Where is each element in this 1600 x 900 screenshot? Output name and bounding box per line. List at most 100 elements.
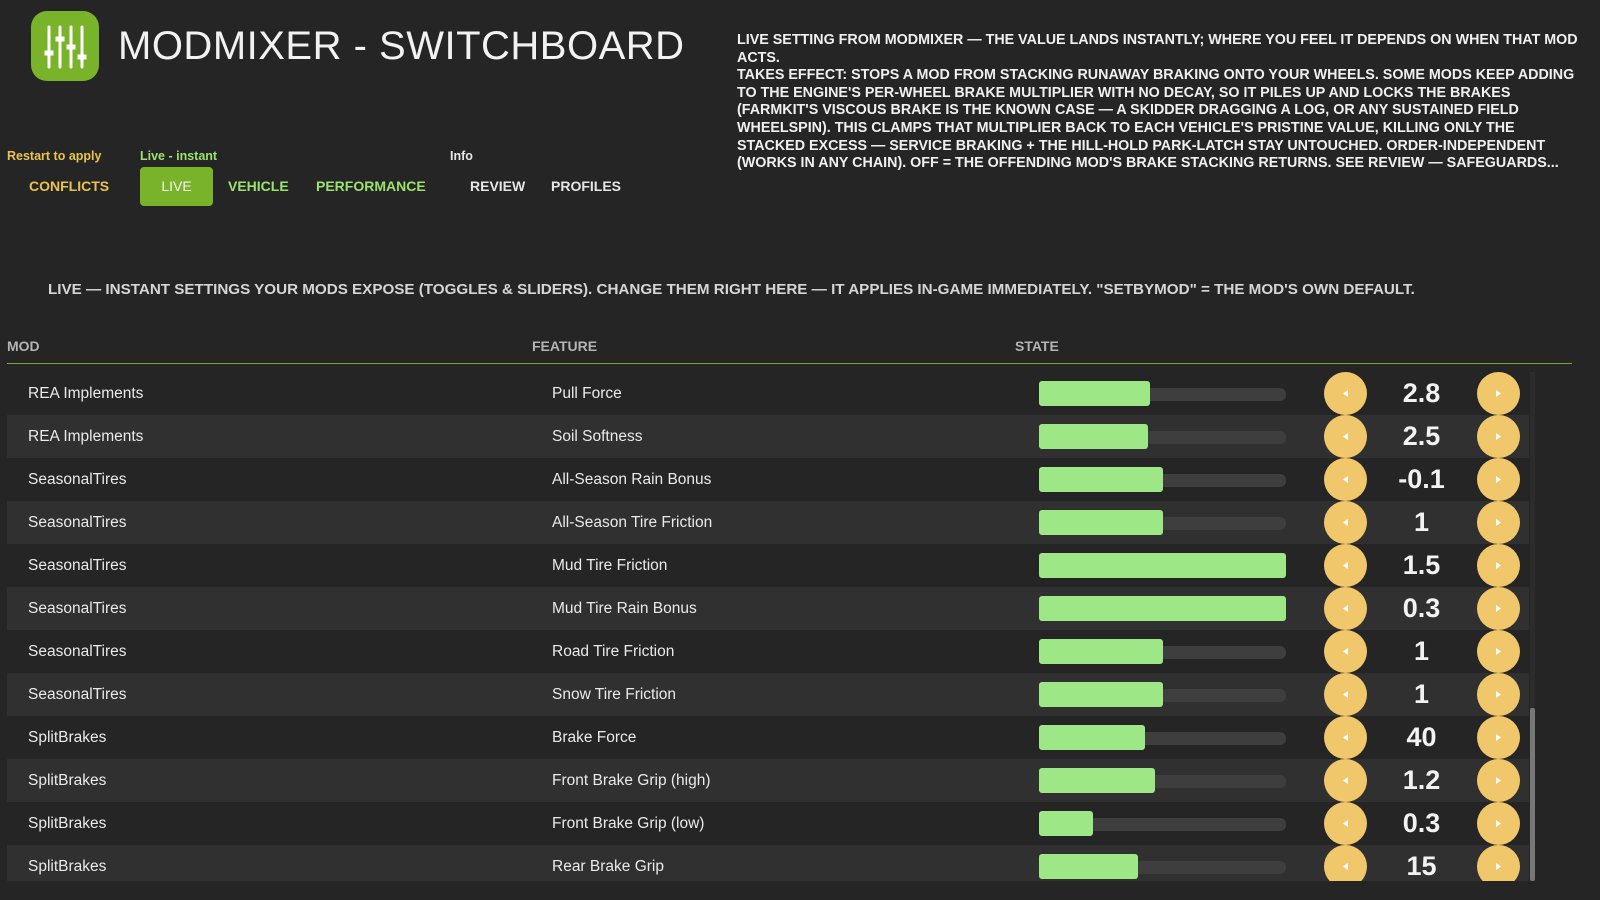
table-row: SplitBrakes Brake Force 40 xyxy=(7,716,1529,759)
scrollbar-thumb[interactable] xyxy=(1530,708,1535,881)
slider-fill xyxy=(1039,682,1163,707)
increase-button[interactable] xyxy=(1477,501,1520,544)
decrease-button[interactable] xyxy=(1324,673,1367,716)
setting-value: 15 xyxy=(1406,851,1437,881)
tab-review[interactable]: REVIEW xyxy=(470,167,525,206)
table-scrollbar[interactable] xyxy=(1530,372,1535,881)
mod-name: SeasonalTires xyxy=(28,557,127,574)
decrease-button[interactable] xyxy=(1324,415,1367,458)
feature-name: All-Season Rain Bonus xyxy=(552,471,712,488)
setting-value: -0.1 xyxy=(1398,464,1445,494)
slider-fill xyxy=(1039,639,1163,664)
feature-name: Rear Brake Grip xyxy=(552,858,664,875)
increase-button[interactable] xyxy=(1477,630,1520,673)
mod-name: REA Implements xyxy=(28,385,144,402)
mod-name: SplitBrakes xyxy=(28,815,107,832)
table-row: REA Implements Soil Softness 2.5 xyxy=(7,415,1529,458)
increase-button[interactable] xyxy=(1477,372,1520,415)
app-logo xyxy=(31,11,99,81)
value-slider[interactable] xyxy=(1039,553,1286,578)
table-row: SeasonalTires All-Season Rain Bonus -0.1 xyxy=(7,458,1529,501)
mod-name: SeasonalTires xyxy=(28,600,127,617)
increase-button[interactable] xyxy=(1477,802,1520,845)
value-slider[interactable] xyxy=(1039,811,1286,836)
description-detail: TAKES EFFECT: STOPS A MOD FROM STACKING … xyxy=(737,67,1575,172)
decrease-button[interactable] xyxy=(1324,458,1367,501)
feature-name: Pull Force xyxy=(552,385,622,402)
tab-group-live-label: Live - instant xyxy=(140,149,218,163)
increase-button[interactable] xyxy=(1477,415,1520,458)
decrease-button[interactable] xyxy=(1324,587,1367,630)
app-title: MODMIXER - SWITCHBOARD xyxy=(118,24,685,68)
decrease-button[interactable] xyxy=(1324,845,1367,881)
tab-group-info-label: Info xyxy=(450,149,473,163)
setting-value: 0.3 xyxy=(1402,593,1441,623)
mod-name: SeasonalTires xyxy=(28,471,127,488)
increase-button[interactable] xyxy=(1477,458,1520,501)
mod-name: SplitBrakes xyxy=(28,772,107,789)
decrease-button[interactable] xyxy=(1324,501,1367,544)
slider-fill xyxy=(1039,553,1286,578)
tab-performance[interactable]: PERFORMANCE xyxy=(316,167,426,206)
decrease-button[interactable] xyxy=(1324,759,1367,802)
value-slider[interactable] xyxy=(1039,467,1286,492)
table-row: SplitBrakes Rear Brake Grip 15 xyxy=(7,845,1529,881)
decrease-button[interactable] xyxy=(1324,716,1367,759)
increase-button[interactable] xyxy=(1477,716,1520,759)
value-slider[interactable] xyxy=(1039,639,1286,664)
value-slider[interactable] xyxy=(1039,596,1286,621)
tab-conflicts[interactable]: CONFLICTS xyxy=(29,167,109,206)
increase-button[interactable] xyxy=(1477,759,1520,802)
mod-name: REA Implements xyxy=(28,428,144,445)
setting-value: 1 xyxy=(1413,636,1430,666)
value-slider[interactable] xyxy=(1039,424,1286,449)
table-row: SplitBrakes Front Brake Grip (high) 1.2 xyxy=(7,759,1529,802)
value-slider[interactable] xyxy=(1039,725,1286,750)
table-row: SeasonalTires Mud Tire Rain Bonus 0.3 xyxy=(7,587,1529,630)
setting-value: 0.3 xyxy=(1402,808,1441,838)
live-intro-text: LIVE — INSTANT SETTINGS YOUR MODS EXPOSE… xyxy=(48,281,1415,298)
slider-fill xyxy=(1039,596,1286,621)
setting-value: 1 xyxy=(1413,679,1430,709)
setting-value: 1.5 xyxy=(1402,550,1441,580)
decrease-button[interactable] xyxy=(1324,372,1367,415)
tab-live[interactable]: LIVE xyxy=(140,167,213,206)
slider-fill xyxy=(1039,510,1163,535)
feature-name: Front Brake Grip (high) xyxy=(552,772,711,789)
column-header-mod: MOD xyxy=(7,338,40,354)
tab-profiles[interactable]: PROFILES xyxy=(551,167,621,206)
slider-fill xyxy=(1039,768,1155,793)
setting-value: 1.2 xyxy=(1402,765,1441,795)
setting-description: LIVE SETTING FROM MODMIXER — THE VALUE L… xyxy=(737,32,1579,173)
feature-name: Mud Tire Rain Bonus xyxy=(552,600,697,617)
value-slider[interactable] xyxy=(1039,854,1286,879)
increase-button[interactable] xyxy=(1477,673,1520,716)
value-slider[interactable] xyxy=(1039,510,1286,535)
decrease-button[interactable] xyxy=(1324,802,1367,845)
increase-button[interactable] xyxy=(1477,544,1520,587)
description-line: LIVE SETTING FROM MODMIXER — THE VALUE L… xyxy=(737,32,1578,66)
table-row: SeasonalTires Snow Tire Friction 1 xyxy=(7,673,1529,716)
feature-name: Road Tire Friction xyxy=(552,643,675,660)
tab-group-restart-label: Restart to apply xyxy=(7,149,102,163)
value-slider[interactable] xyxy=(1039,682,1286,707)
increase-button[interactable] xyxy=(1477,845,1520,881)
column-header-state: STATE xyxy=(1015,338,1059,354)
value-slider[interactable] xyxy=(1039,768,1286,793)
feature-name: Snow Tire Friction xyxy=(552,686,677,703)
slider-fill xyxy=(1039,381,1150,406)
feature-name: Soil Softness xyxy=(552,428,643,445)
decrease-button[interactable] xyxy=(1324,630,1367,673)
feature-name: Front Brake Grip (low) xyxy=(552,815,705,832)
setting-value: 2.8 xyxy=(1402,378,1441,408)
feature-name: Mud Tire Friction xyxy=(552,557,668,574)
tab-vehicle[interactable]: VEHICLE xyxy=(228,167,289,206)
value-slider[interactable] xyxy=(1039,381,1286,406)
column-header-feature: FEATURE xyxy=(532,338,598,354)
slider-fill xyxy=(1039,854,1138,879)
setting-value: 1 xyxy=(1413,507,1430,537)
setting-value: 40 xyxy=(1406,722,1437,752)
feature-name: All-Season Tire Friction xyxy=(552,514,713,531)
decrease-button[interactable] xyxy=(1324,544,1367,587)
increase-button[interactable] xyxy=(1477,587,1520,630)
